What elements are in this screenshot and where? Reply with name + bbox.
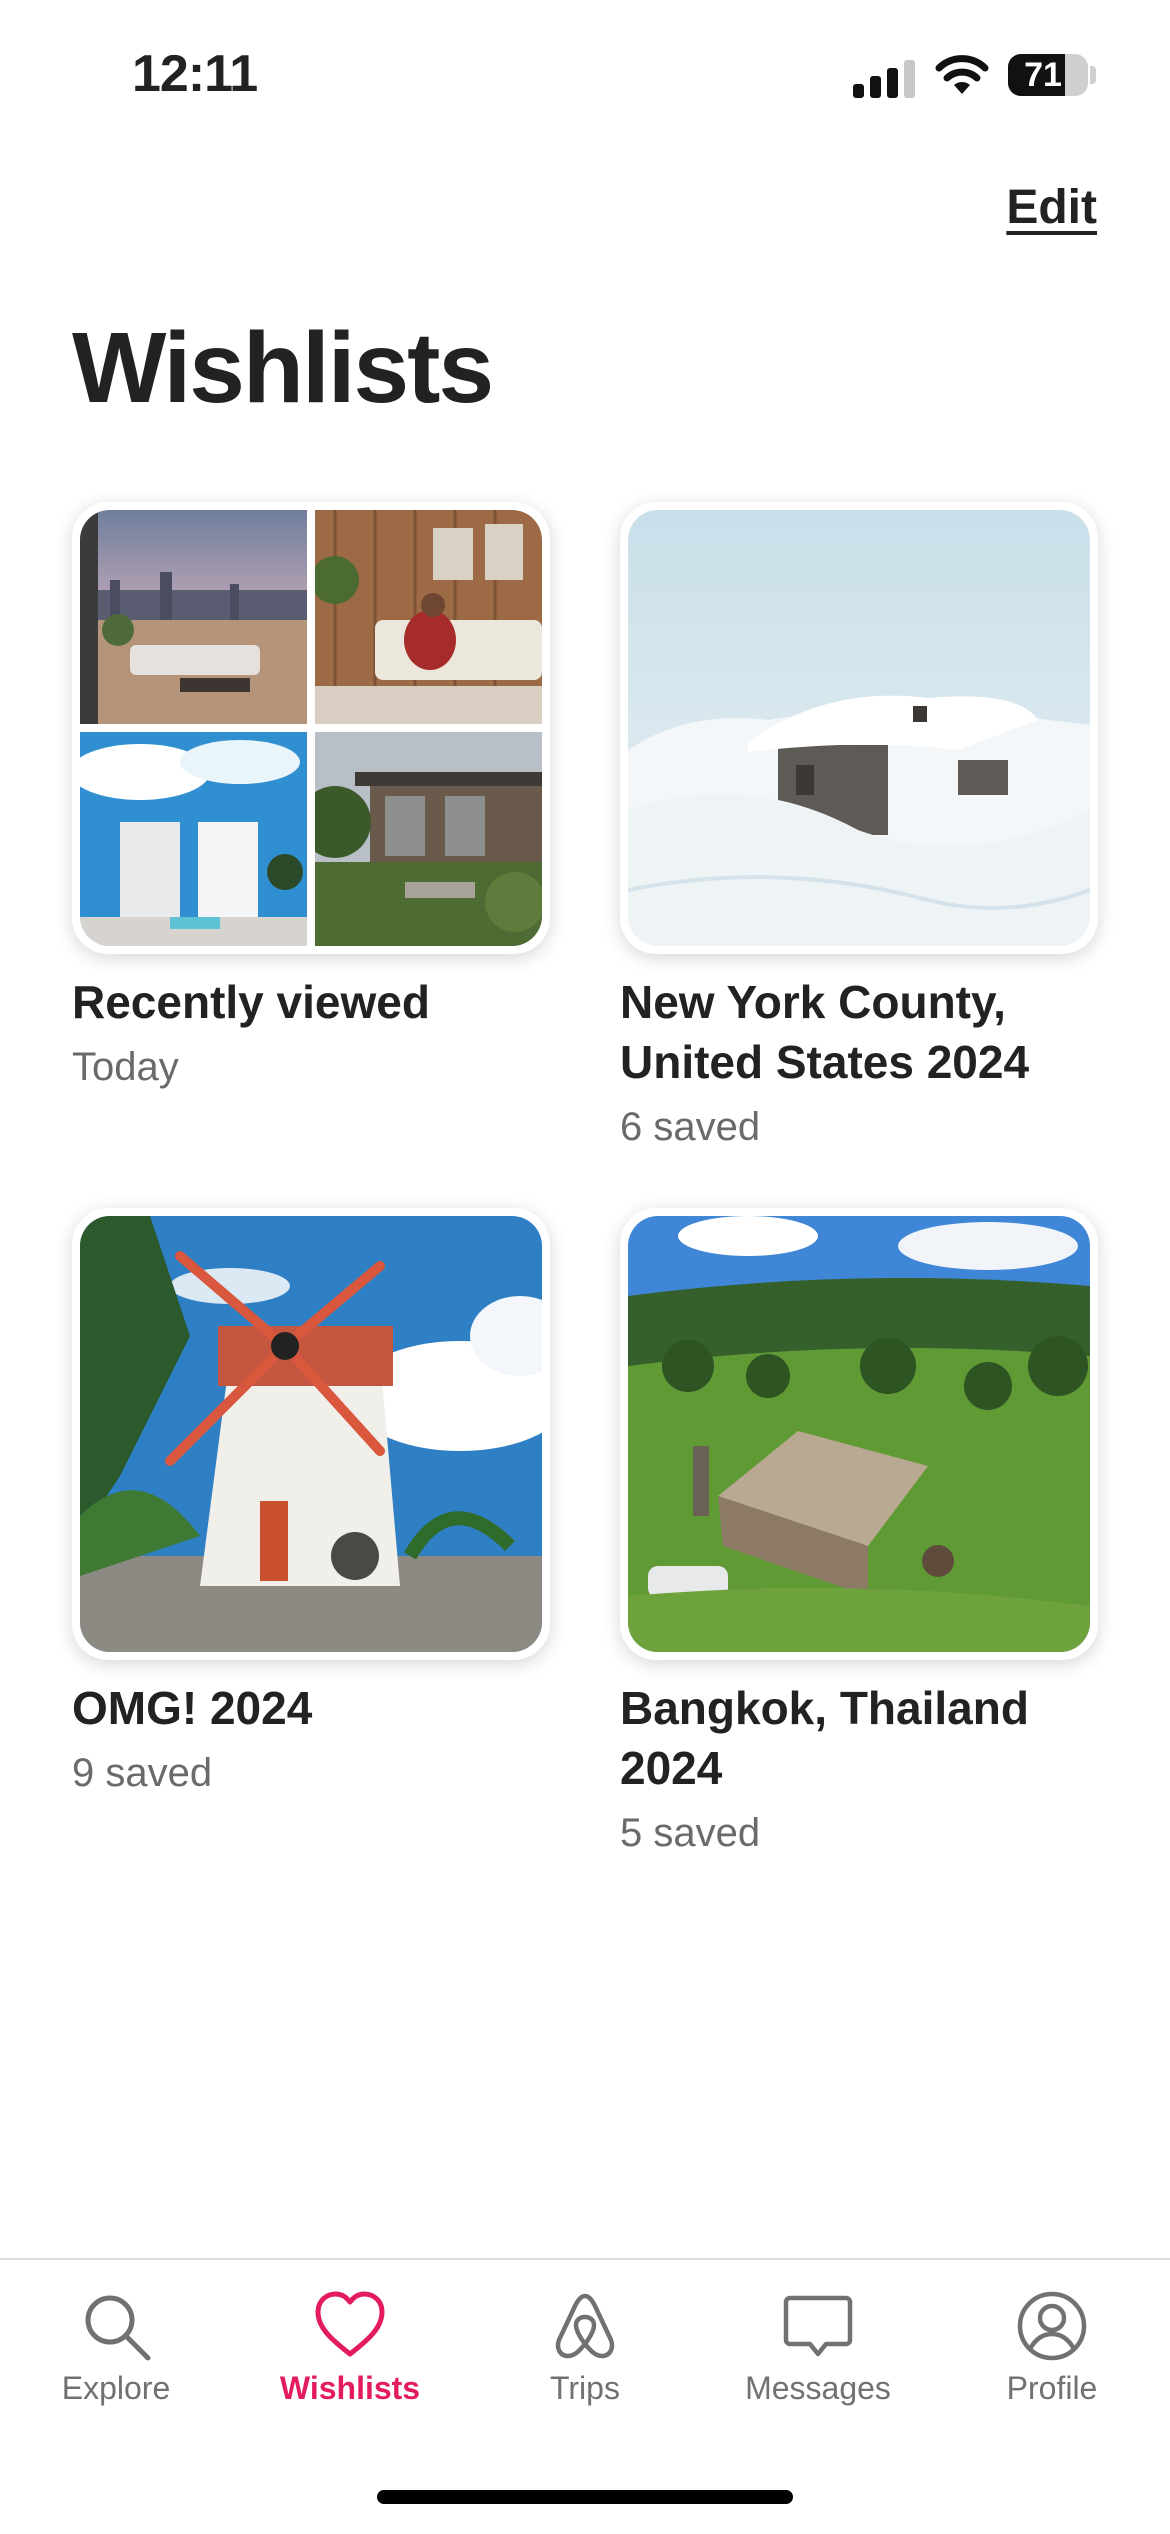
wishlist-title: New York County, United States 2024: [620, 976, 1030, 1088]
wishlist-title: Bangkok, Thailand 2024: [620, 1682, 1029, 1794]
status-time: 12:11: [132, 45, 258, 103]
message-icon: [783, 2295, 853, 2357]
search-icon: [85, 2295, 151, 2361]
collage-photo-white-villa: [80, 732, 307, 946]
wishlist-cover-photo: [620, 1208, 1098, 1660]
collage-photo-jungle-house: [315, 732, 542, 946]
heart-icon: [315, 2291, 385, 2357]
tab-explore[interactable]: Explore: [16, 2288, 216, 2407]
airbnb-logo-icon: [555, 2293, 615, 2359]
collage-photo-city-apartment: [80, 510, 307, 724]
wishlist-cover-photo: [72, 1208, 550, 1660]
wishlist-title: OMG! 2024: [72, 1682, 313, 1734]
battery-percent: 71: [1024, 56, 1062, 94]
tab-trips[interactable]: Trips: [485, 2288, 685, 2407]
tab-wishlists[interactable]: Wishlists: [250, 2288, 450, 2407]
tab-label: Wishlists: [279, 2370, 421, 2406]
windmill-photo: [80, 1216, 542, 1652]
edit-button[interactable]: Edit: [1006, 180, 1097, 235]
wishlist-subtitle: 6 saved: [620, 1105, 761, 1149]
page-title: Wishlists: [72, 312, 494, 424]
wifi-icon: [935, 55, 989, 94]
tab-messages[interactable]: Messages: [718, 2288, 918, 2407]
wishlist-cover-collage: [72, 502, 550, 954]
home-indicator: [377, 2490, 793, 2504]
collage-photo-wood-lounge: [315, 510, 542, 724]
wishlist-subtitle: 5 saved: [620, 1811, 761, 1855]
wishlist-title: Recently viewed: [72, 976, 430, 1028]
wishlist-subtitle: Today: [72, 1045, 179, 1089]
tab-label: Profile: [1006, 2370, 1098, 2406]
battery-icon: 71: [1008, 54, 1088, 96]
cellular-signal-icon: [853, 58, 917, 98]
countryside-cottage-photo: [628, 1216, 1090, 1652]
profile-icon: [1017, 2291, 1087, 2361]
tab-label: Explore: [61, 2370, 171, 2406]
wishlist-subtitle: 9 saved: [72, 1751, 213, 1795]
tab-label: Trips: [550, 2370, 620, 2406]
tab-profile[interactable]: Profile: [952, 2288, 1152, 2407]
status-bar: 12:11 71: [0, 0, 1170, 150]
tab-label: Messages: [745, 2370, 891, 2406]
snowy-cabin-photo: [628, 510, 1090, 946]
wishlist-cover-photo: [620, 502, 1098, 954]
